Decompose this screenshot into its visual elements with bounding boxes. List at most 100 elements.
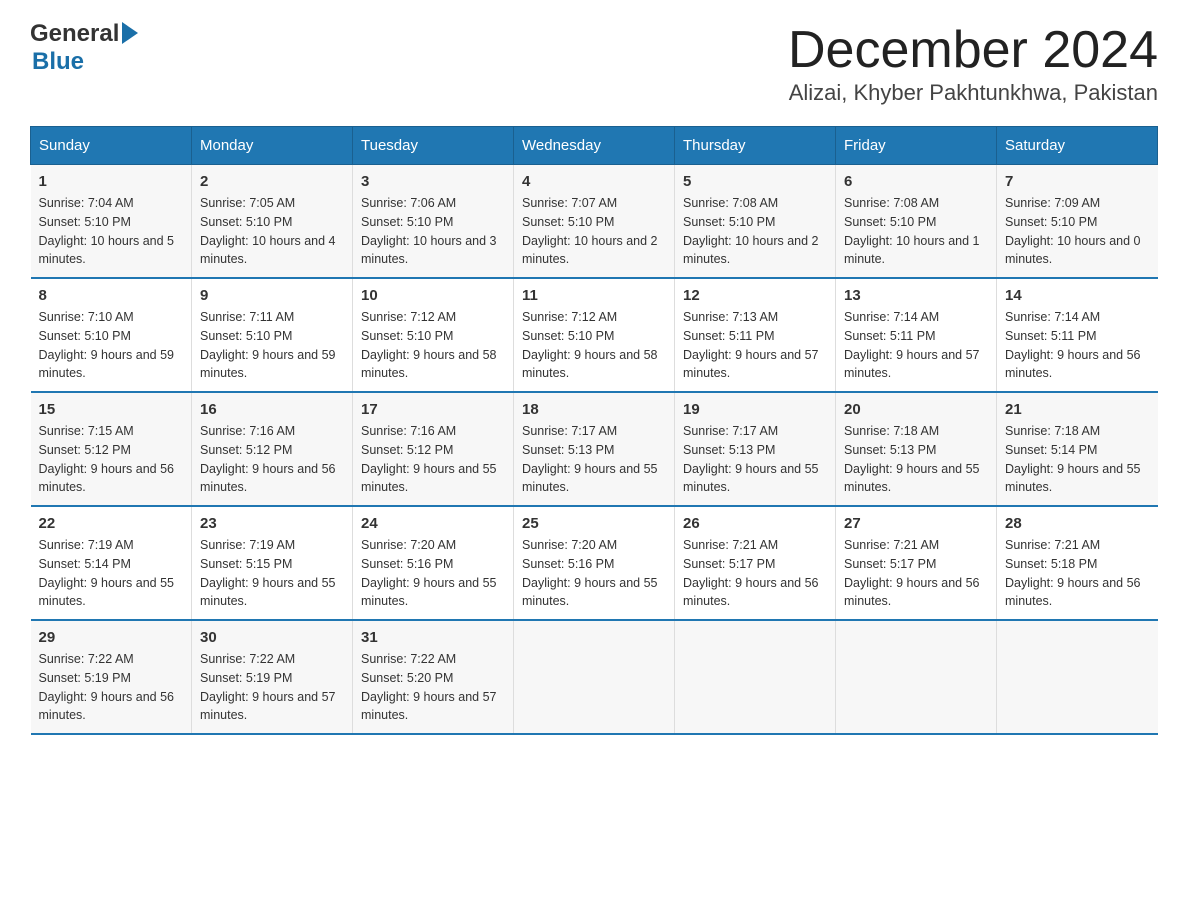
calendar-cell: 22 Sunrise: 7:19 AMSunset: 5:14 PMDayligh… [31,506,192,620]
calendar-cell: 8 Sunrise: 7:10 AMSunset: 5:10 PMDaylight… [31,278,192,392]
day-info: Sunrise: 7:21 AMSunset: 5:17 PMDaylight:… [844,536,988,611]
calendar-cell: 29 Sunrise: 7:22 AMSunset: 5:19 PMDayligh… [31,620,192,734]
day-number: 19 [683,401,827,418]
calendar-week-row: 22 Sunrise: 7:19 AMSunset: 5:14 PMDayligh… [31,506,1158,620]
day-info: Sunrise: 7:09 AMSunset: 5:10 PMDaylight:… [1005,194,1150,269]
day-number: 2 [200,173,344,190]
day-info: Sunrise: 7:14 AMSunset: 5:11 PMDaylight:… [844,308,988,383]
day-info: Sunrise: 7:04 AMSunset: 5:10 PMDaylight:… [39,194,184,269]
day-number: 5 [683,173,827,190]
day-number: 9 [200,287,344,304]
weekday-header-monday: Monday [192,127,353,165]
day-info: Sunrise: 7:12 AMSunset: 5:10 PMDaylight:… [361,308,505,383]
weekday-header-friday: Friday [836,127,997,165]
day-info: Sunrise: 7:16 AMSunset: 5:12 PMDaylight:… [361,422,505,497]
day-number: 11 [522,287,666,304]
day-info: Sunrise: 7:16 AMSunset: 5:12 PMDaylight:… [200,422,344,497]
calendar-cell: 20 Sunrise: 7:18 AMSunset: 5:13 PMDayligh… [836,392,997,506]
logo: General Blue [30,20,140,76]
calendar-cell: 21Sunrise: 7:18 AMSunset: 5:14 PMDayligh… [997,392,1158,506]
day-info: Sunrise: 7:19 AMSunset: 5:14 PMDaylight:… [39,536,184,611]
day-number: 28 [1005,515,1150,532]
day-info: Sunrise: 7:17 AMSunset: 5:13 PMDaylight:… [522,422,666,497]
day-info: Sunrise: 7:17 AMSunset: 5:13 PMDaylight:… [683,422,827,497]
day-info: Sunrise: 7:18 AMSunset: 5:13 PMDaylight:… [844,422,988,497]
weekday-header-wednesday: Wednesday [514,127,675,165]
calendar-week-row: 8 Sunrise: 7:10 AMSunset: 5:10 PMDaylight… [31,278,1158,392]
calendar-cell: 17Sunrise: 7:16 AMSunset: 5:12 PMDayligh… [353,392,514,506]
day-info: Sunrise: 7:13 AMSunset: 5:11 PMDaylight:… [683,308,827,383]
day-number: 22 [39,515,184,532]
day-number: 8 [39,287,184,304]
page-header: General Blue December 2024 Alizai, Khybe… [30,20,1158,106]
calendar-cell: 15Sunrise: 7:15 AMSunset: 5:12 PMDayligh… [31,392,192,506]
calendar-cell: 10 Sunrise: 7:12 AMSunset: 5:10 PMDayligh… [353,278,514,392]
day-number: 26 [683,515,827,532]
day-info: Sunrise: 7:22 AMSunset: 5:19 PMDaylight:… [200,650,344,725]
logo-blue-text: Blue [32,48,84,76]
calendar-cell: 30Sunrise: 7:22 AMSunset: 5:19 PMDayligh… [192,620,353,734]
weekday-header-sunday: Sunday [31,127,192,165]
day-number: 1 [39,173,184,190]
weekday-header-saturday: Saturday [997,127,1158,165]
calendar-cell: 2Sunrise: 7:05 AMSunset: 5:10 PMDaylight… [192,165,353,279]
day-number: 6 [844,173,988,190]
day-info: Sunrise: 7:19 AMSunset: 5:15 PMDaylight:… [200,536,344,611]
calendar-week-row: 1 Sunrise: 7:04 AMSunset: 5:10 PMDaylight… [31,165,1158,279]
day-number: 7 [1005,173,1150,190]
day-number: 13 [844,287,988,304]
calendar-cell: 24 Sunrise: 7:20 AMSunset: 5:16 PMDayligh… [353,506,514,620]
calendar-cell: 18 Sunrise: 7:17 AMSunset: 5:13 PMDayligh… [514,392,675,506]
calendar-cell: 1 Sunrise: 7:04 AMSunset: 5:10 PMDaylight… [31,165,192,279]
calendar-cell: 3 Sunrise: 7:06 AMSunset: 5:10 PMDaylight… [353,165,514,279]
weekday-header-tuesday: Tuesday [353,127,514,165]
calendar-cell: 31 Sunrise: 7:22 AMSunset: 5:20 PMDayligh… [353,620,514,734]
day-info: Sunrise: 7:20 AMSunset: 5:16 PMDaylight:… [361,536,505,611]
calendar-cell: 25 Sunrise: 7:20 AMSunset: 5:16 PMDayligh… [514,506,675,620]
calendar-cell [997,620,1158,734]
day-number: 16 [200,401,344,418]
calendar-cell [514,620,675,734]
day-info: Sunrise: 7:12 AMSunset: 5:10 PMDaylight:… [522,308,666,383]
day-number: 4 [522,173,666,190]
day-info: Sunrise: 7:10 AMSunset: 5:10 PMDaylight:… [39,308,184,383]
calendar-cell: 26Sunrise: 7:21 AMSunset: 5:17 PMDayligh… [675,506,836,620]
calendar-cell [675,620,836,734]
calendar-cell: 19 Sunrise: 7:17 AMSunset: 5:13 PMDayligh… [675,392,836,506]
day-info: Sunrise: 7:08 AMSunset: 5:10 PMDaylight:… [844,194,988,269]
day-info: Sunrise: 7:20 AMSunset: 5:16 PMDaylight:… [522,536,666,611]
calendar-cell: 23Sunrise: 7:19 AMSunset: 5:15 PMDayligh… [192,506,353,620]
day-number: 12 [683,287,827,304]
calendar-table: SundayMondayTuesdayWednesdayThursdayFrid… [30,126,1158,735]
calendar-cell: 9 Sunrise: 7:11 AMSunset: 5:10 PMDaylight… [192,278,353,392]
day-number: 14 [1005,287,1150,304]
logo-arrow-icon [122,22,138,44]
day-number: 20 [844,401,988,418]
day-info: Sunrise: 7:11 AMSunset: 5:10 PMDaylight:… [200,308,344,383]
day-number: 15 [39,401,184,418]
day-number: 21 [1005,401,1150,418]
day-number: 3 [361,173,505,190]
day-number: 10 [361,287,505,304]
calendar-cell: 12 Sunrise: 7:13 AMSunset: 5:11 PMDayligh… [675,278,836,392]
logo-general-text: General [30,20,119,48]
calendar-cell: 6 Sunrise: 7:08 AMSunset: 5:10 PMDaylight… [836,165,997,279]
day-info: Sunrise: 7:22 AMSunset: 5:19 PMDaylight:… [39,650,184,725]
calendar-cell: 7 Sunrise: 7:09 AMSunset: 5:10 PMDaylight… [997,165,1158,279]
calendar-week-row: 29 Sunrise: 7:22 AMSunset: 5:19 PMDayligh… [31,620,1158,734]
day-info: Sunrise: 7:14 AMSunset: 5:11 PMDaylight:… [1005,308,1150,383]
day-number: 31 [361,629,505,646]
month-title: December 2024 [788,20,1158,80]
day-info: Sunrise: 7:21 AMSunset: 5:18 PMDaylight:… [1005,536,1150,611]
calendar-cell: 5Sunrise: 7:08 AMSunset: 5:10 PMDaylight… [675,165,836,279]
day-number: 25 [522,515,666,532]
day-number: 29 [39,629,184,646]
day-number: 18 [522,401,666,418]
day-number: 27 [844,515,988,532]
calendar-week-row: 15Sunrise: 7:15 AMSunset: 5:12 PMDayligh… [31,392,1158,506]
day-info: Sunrise: 7:22 AMSunset: 5:20 PMDaylight:… [361,650,505,725]
calendar-cell: 14 Sunrise: 7:14 AMSunset: 5:11 PMDayligh… [997,278,1158,392]
day-number: 24 [361,515,505,532]
day-info: Sunrise: 7:06 AMSunset: 5:10 PMDaylight:… [361,194,505,269]
calendar-header-row: SundayMondayTuesdayWednesdayThursdayFrid… [31,127,1158,165]
